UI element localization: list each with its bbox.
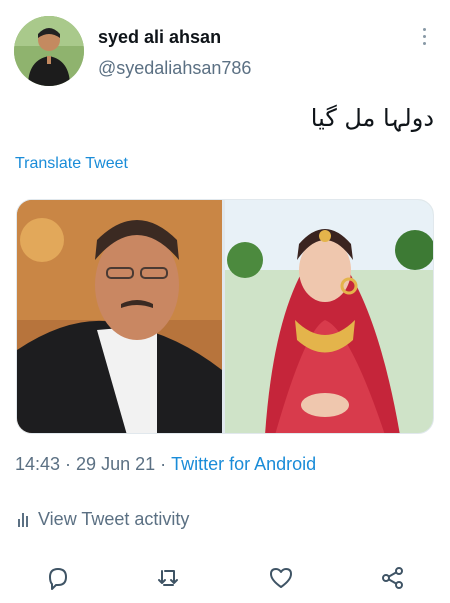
- display-name[interactable]: syed ali ahsan: [98, 27, 221, 48]
- share-icon[interactable]: [379, 564, 407, 592]
- media-photo-left[interactable]: [17, 200, 222, 434]
- handle[interactable]: @syedaliahsan786: [98, 58, 251, 79]
- media-photo-right[interactable]: [225, 200, 434, 434]
- tweet-text: دولہا مل گیا: [310, 104, 434, 132]
- tweet-time: 14:43: [15, 454, 61, 474]
- reply-icon[interactable]: [44, 564, 72, 592]
- tweet-actions: [0, 560, 450, 594]
- like-icon[interactable]: [267, 564, 295, 592]
- tweet-date: 29 Jun 21: [76, 454, 156, 474]
- tweet-media[interactable]: [16, 199, 434, 434]
- retweet-icon[interactable]: [155, 564, 183, 592]
- meta-separator: ·: [160, 454, 167, 474]
- avatar-image: [14, 16, 84, 86]
- view-tweet-activity-label[interactable]: View Tweet activity: [38, 509, 189, 530]
- tweet-meta: 14:43 · 29 Jun 21 · Twitter for Android: [15, 454, 316, 475]
- activity-bars-icon: [18, 512, 28, 527]
- avatar[interactable]: [14, 16, 84, 86]
- meta-separator: ·: [65, 454, 72, 474]
- translate-tweet-link[interactable]: Translate Tweet: [15, 155, 128, 173]
- tweet-client-link[interactable]: Twitter for Android: [171, 454, 316, 474]
- more-vertical-icon[interactable]: [414, 28, 434, 50]
- view-tweet-activity[interactable]: View Tweet activity: [18, 509, 189, 530]
